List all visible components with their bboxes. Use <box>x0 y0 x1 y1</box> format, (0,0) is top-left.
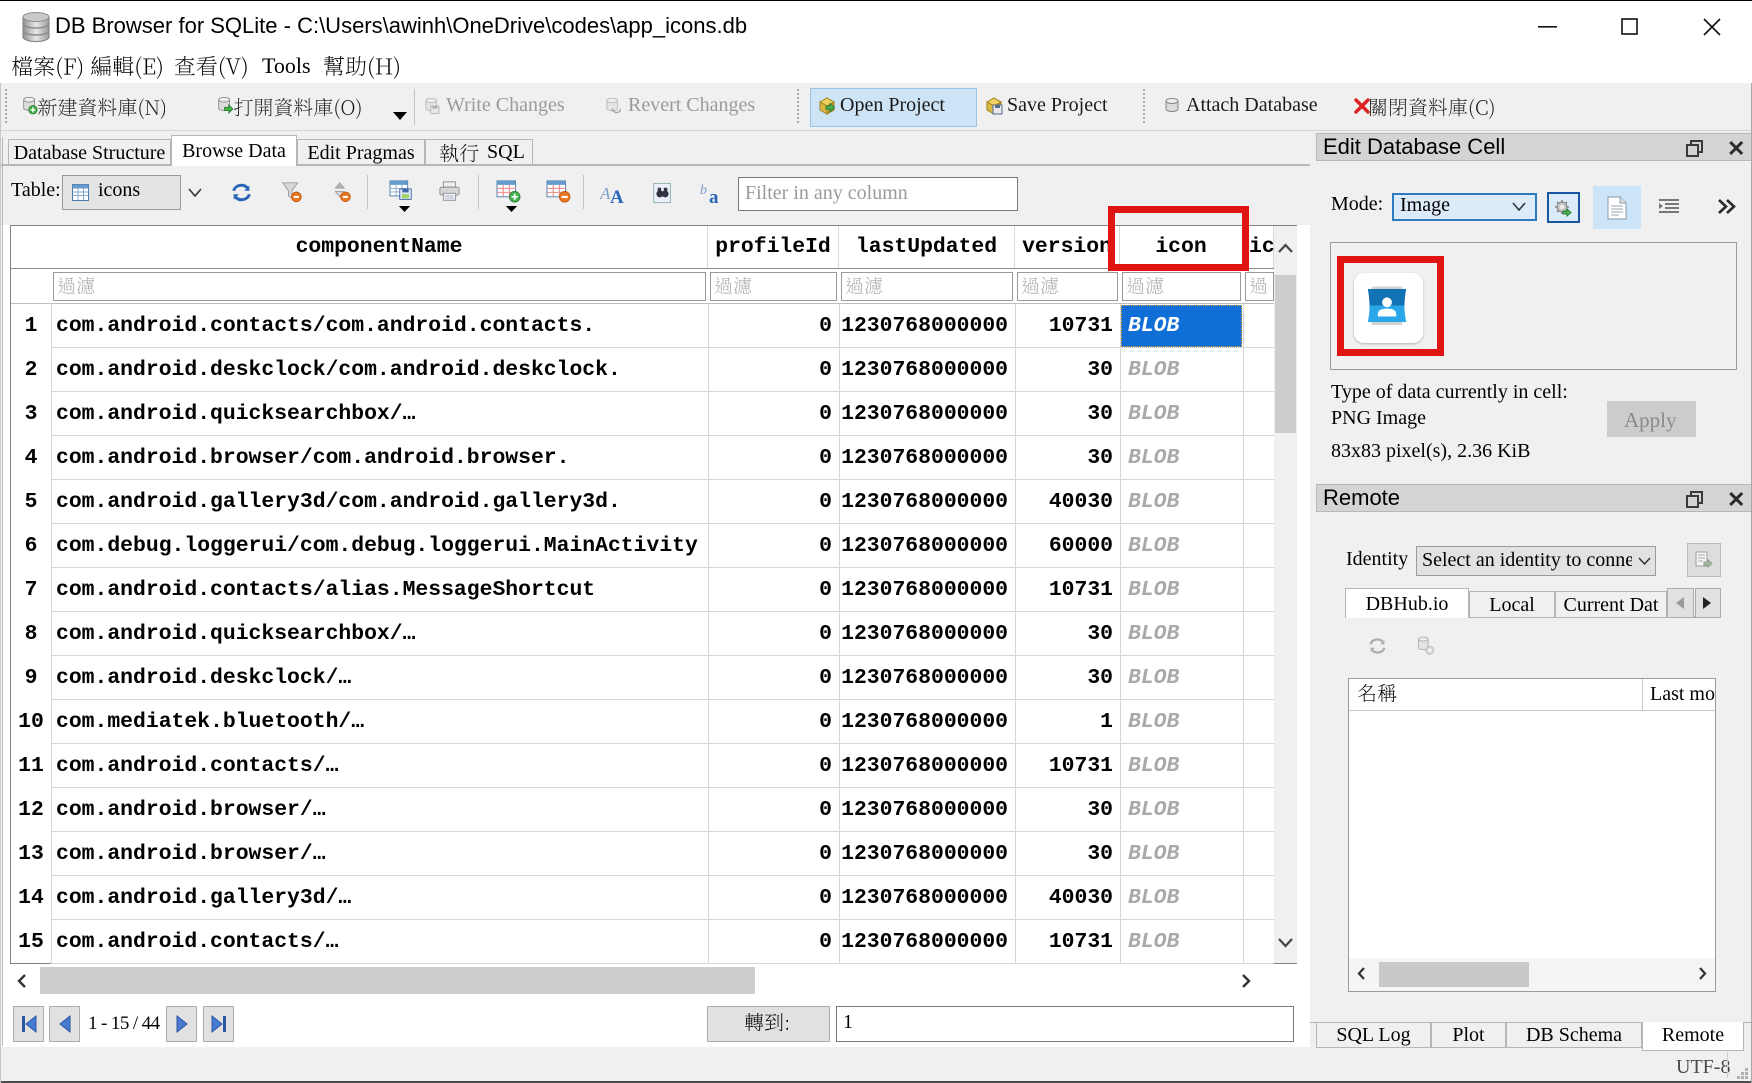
svg-text:b: b <box>700 183 707 198</box>
svg-text:a: a <box>709 187 719 204</box>
svg-text:A: A <box>610 187 624 204</box>
